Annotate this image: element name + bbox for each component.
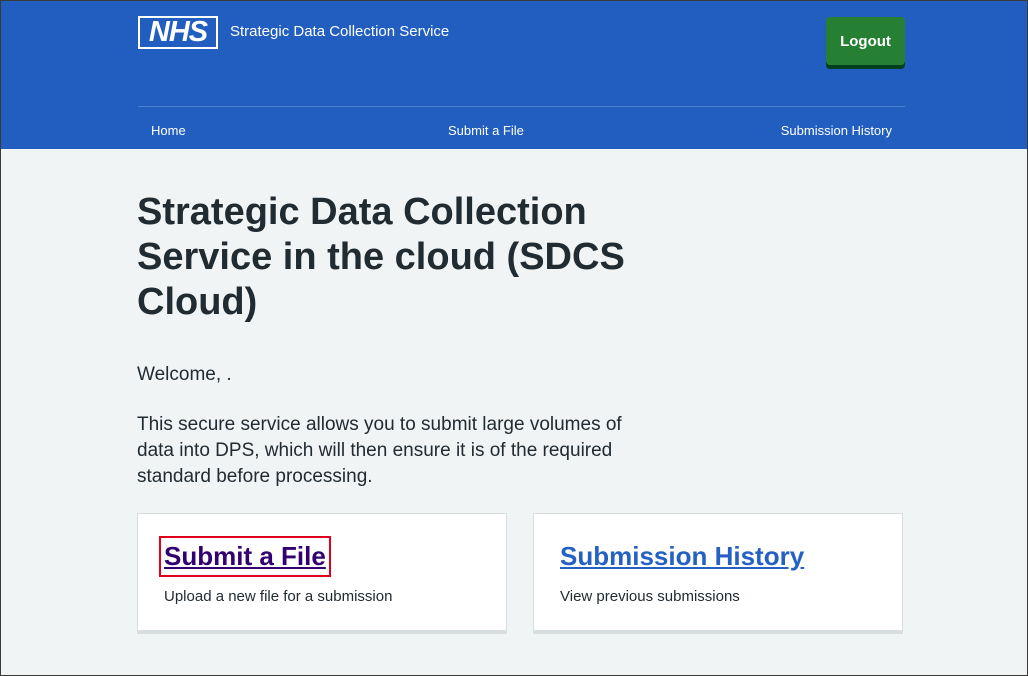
submission-history-link[interactable]: Submission History bbox=[560, 541, 804, 572]
submit-file-link[interactable]: Submit a File bbox=[159, 536, 331, 577]
submission-history-card: Submission History View previous submiss… bbox=[533, 513, 903, 634]
site-header: NHS Strategic Data Collection Service Lo… bbox=[1, 1, 1027, 149]
welcome-text: Welcome, . bbox=[137, 364, 232, 385]
nav-item-submission-history[interactable]: Submission History bbox=[781, 123, 892, 138]
nhs-logo[interactable]: NHS bbox=[138, 16, 218, 49]
page-title: Strategic Data Collection Service in the… bbox=[137, 191, 625, 323]
logout-button[interactable]: Logout bbox=[826, 17, 905, 65]
nhs-logo-text: NHS bbox=[140, 18, 216, 47]
service-name[interactable]: Strategic Data Collection Service bbox=[230, 23, 449, 40]
submit-file-description: Upload a new file for a submission bbox=[164, 588, 393, 605]
primary-nav: Home Submit a File Submission History bbox=[138, 106, 905, 149]
submission-history-description: View previous submissions bbox=[560, 588, 740, 605]
nav-item-submit-a-file[interactable]: Submit a File bbox=[448, 123, 524, 138]
nav-item-home[interactable]: Home bbox=[151, 123, 186, 138]
submit-file-card: Submit a File Upload a new file for a su… bbox=[137, 513, 507, 634]
intro-text: This secure service allows you to submit… bbox=[137, 414, 622, 487]
